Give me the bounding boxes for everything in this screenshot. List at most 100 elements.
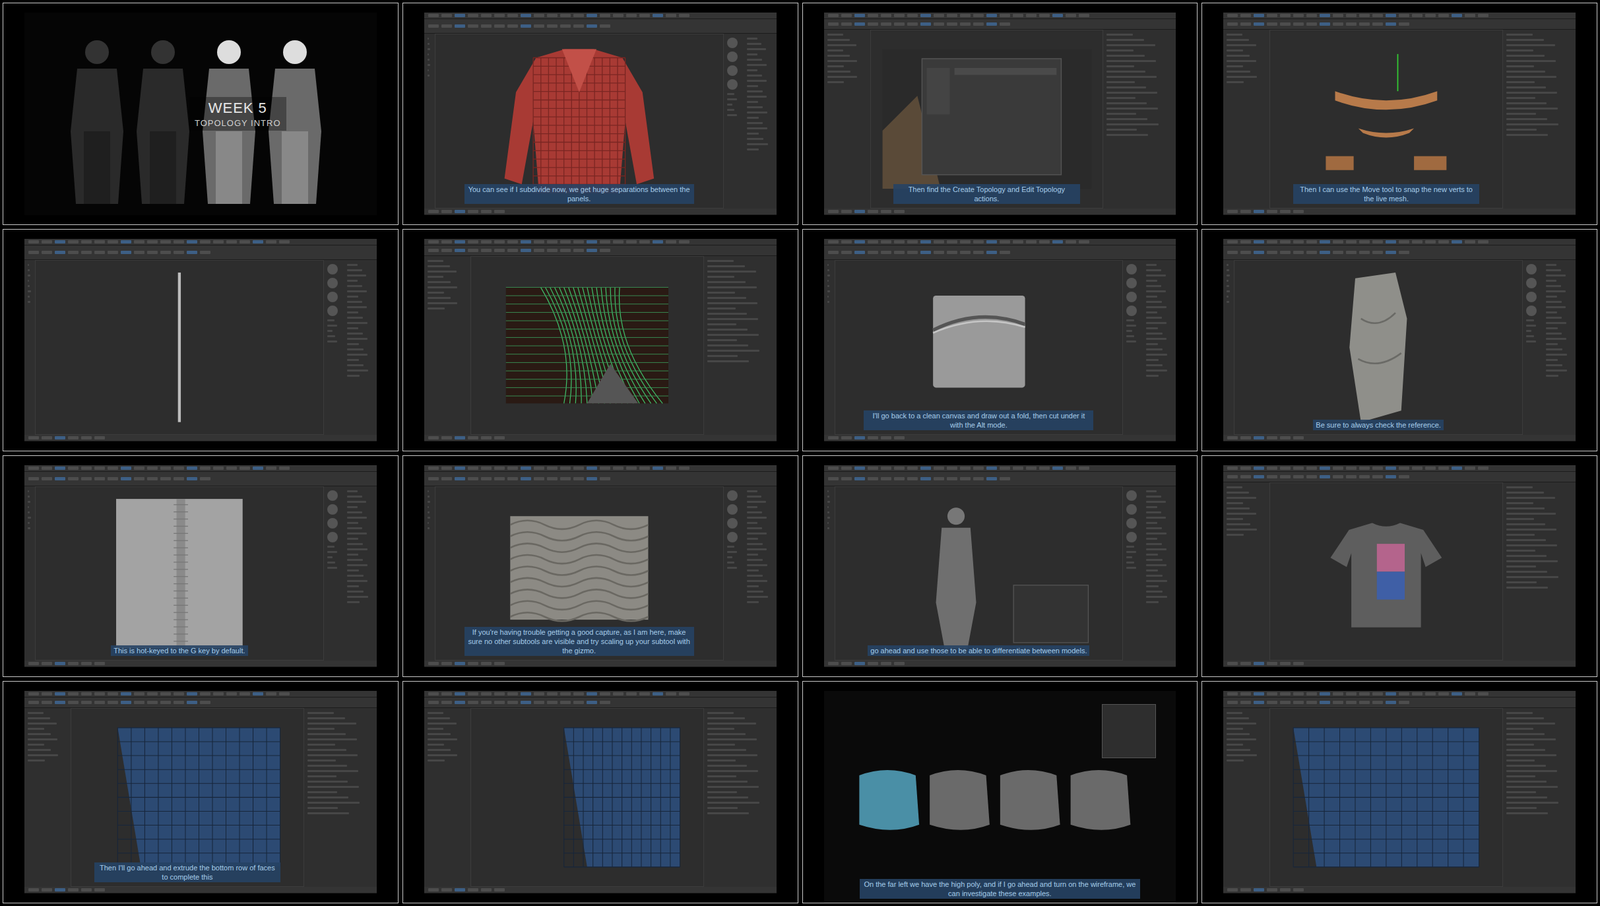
panel-row[interactable] [707,754,758,757]
panel-row[interactable] [1506,738,1556,741]
toolbar-button[interactable] [199,240,211,244]
panel-row[interactable] [427,58,430,61]
toolbar-button[interactable] [507,477,518,481]
panel-row[interactable] [727,545,736,548]
palette-icon[interactable] [1526,305,1537,317]
toolbar-button[interactable] [1385,475,1397,479]
toolbar-button[interactable] [1425,692,1436,696]
palette-icon[interactable] [1526,277,1537,289]
panel-row[interactable] [707,318,759,320]
panel-row[interactable] [1506,727,1534,730]
panel-row[interactable] [746,64,767,66]
toolbar-button[interactable] [428,700,439,704]
video-frame[interactable] [402,228,799,452]
toolbar-button[interactable] [612,692,624,696]
toolbar-button[interactable] [586,240,598,244]
panel-row[interactable] [1226,748,1250,751]
toolbar-button[interactable] [1012,466,1024,470]
video-frame[interactable]: On the far left we have the high poly, a… [802,680,1199,904]
panel-row[interactable] [347,353,369,356]
toolbar-button[interactable] [441,248,452,253]
panel-row[interactable] [347,490,358,493]
toolbar-button[interactable] [973,250,984,255]
toolbar-button[interactable] [880,22,892,26]
toolbar-button[interactable] [1451,466,1463,470]
palette-icon[interactable] [327,504,338,515]
toolbar-button[interactable] [441,888,452,892]
toolbar-button[interactable] [1253,888,1265,892]
panel-row[interactable] [347,343,359,346]
toolbar-button[interactable] [1345,22,1357,26]
panel-row[interactable] [1226,54,1250,57]
toolbar-button[interactable] [480,24,492,28]
panel-row[interactable] [427,521,430,524]
panel-row[interactable] [707,738,757,741]
panel-row[interactable] [707,323,737,326]
toolbar-button[interactable] [560,13,571,18]
panel-row[interactable] [1506,801,1559,804]
toolbar-button[interactable] [94,692,105,696]
toolbar-button[interactable] [854,209,865,214]
panel-row[interactable] [746,100,759,103]
panel-row[interactable] [1506,549,1536,552]
panel-row[interactable] [1146,579,1168,582]
toolbar-button[interactable] [1253,475,1265,479]
panel-row[interactable] [1226,44,1256,47]
toolbar-button[interactable] [652,13,664,18]
toolbar-button[interactable] [480,700,492,704]
toolbar-button[interactable] [520,13,532,18]
toolbar-button[interactable] [1039,13,1050,18]
panel-row[interactable] [1126,561,1135,564]
toolbar-button[interactable] [265,240,277,244]
panel-row[interactable] [1545,327,1558,330]
toolbar-button[interactable] [1385,250,1397,255]
toolbar-button[interactable] [1025,13,1037,18]
toolbar-button[interactable] [81,436,92,440]
panel-row[interactable] [1526,319,1535,322]
toolbar-button[interactable] [67,466,79,470]
toolbar-button[interactable] [480,888,492,892]
toolbar-button[interactable] [560,24,571,28]
toolbar-button[interactable] [441,700,452,704]
panel-row[interactable] [1146,558,1162,561]
video-frame[interactable] [2,228,399,452]
toolbar-button[interactable] [1280,13,1291,18]
panel-row[interactable] [1146,490,1157,493]
panel-row[interactable] [746,37,758,40]
toolbar-button[interactable] [573,477,584,481]
toolbar-button[interactable] [186,700,198,704]
toolbar-button[interactable] [854,22,865,26]
panel-row[interactable] [1506,769,1558,772]
panel-row[interactable] [1146,564,1167,567]
toolbar-button[interactable] [441,24,452,28]
panel-row[interactable] [1146,269,1162,272]
toolbar-button[interactable] [507,240,518,244]
toolbar-button[interactable] [867,477,879,481]
toolbar-button[interactable] [841,250,852,255]
toolbar-button[interactable] [1425,240,1436,244]
panel-row[interactable] [1126,566,1137,569]
panel-row[interactable] [1146,263,1157,266]
toolbar-button[interactable] [573,466,584,470]
toolbar-button[interactable] [507,13,518,18]
toolbar-button[interactable] [54,250,66,255]
panel-row[interactable] [1506,748,1546,751]
toolbar-button[interactable] [428,13,439,18]
toolbar-button[interactable] [107,250,119,255]
toolbar-button[interactable] [454,209,466,214]
viewport[interactable] [470,707,704,887]
toolbar-button[interactable] [41,250,53,255]
panel-row[interactable] [427,281,451,284]
panel-row[interactable] [1226,491,1249,494]
toolbar-button[interactable] [81,250,92,255]
toolbar-button[interactable] [854,661,865,666]
toolbar-button[interactable] [41,240,53,244]
panel-row[interactable] [827,295,830,298]
toolbar-button[interactable] [1345,692,1357,696]
panel-row[interactable] [1226,75,1257,78]
panel-row[interactable] [347,579,369,582]
toolbar-button[interactable] [854,250,865,255]
toolbar-button[interactable] [494,436,505,440]
toolbar-button[interactable] [1345,240,1357,244]
panel-row[interactable] [1545,279,1557,282]
